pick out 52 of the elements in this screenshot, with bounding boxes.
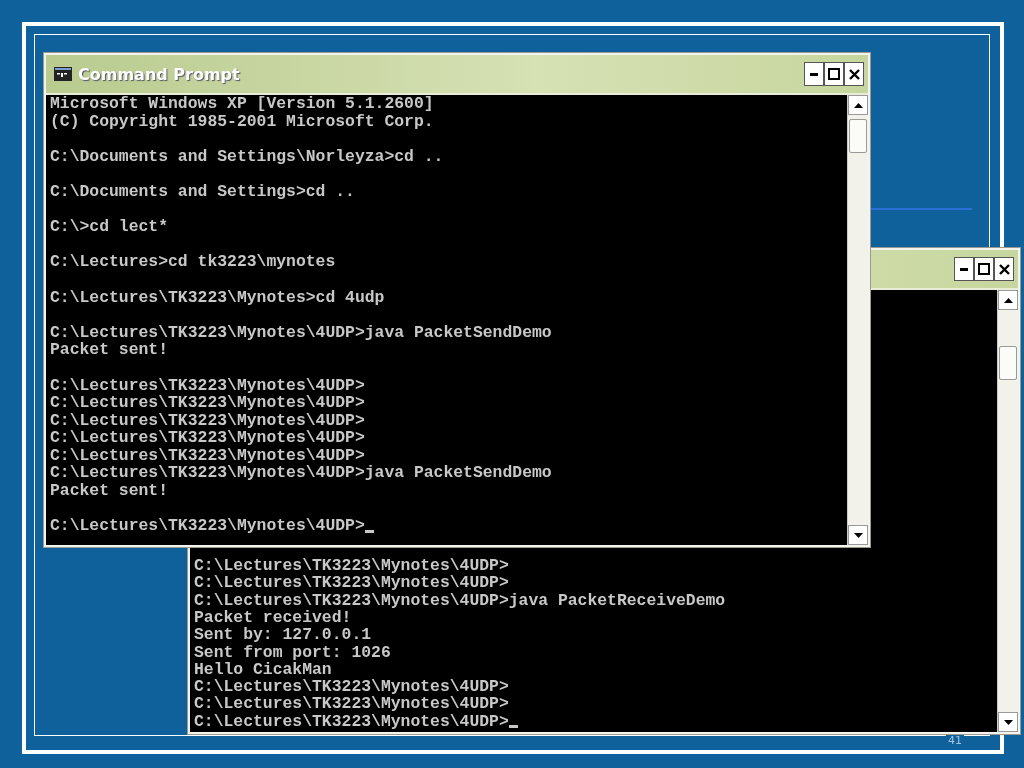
scroll-up-button[interactable] bbox=[998, 290, 1018, 310]
close-icon bbox=[848, 68, 860, 80]
console-line: C:\Lectures\TK3223\Mynotes\4UDP>java PacketSendDemo bbox=[50, 323, 552, 342]
console-line: Microsoft Windows XP [Version 5.1.2600] bbox=[50, 95, 434, 113]
console-line: Packet received! bbox=[194, 608, 352, 627]
scroll-down-button[interactable] bbox=[998, 712, 1018, 732]
console-line: C:\Lectures\TK3223\Mynotes\4UDP>java PacketReceiveDemo bbox=[194, 591, 726, 609]
console-icon bbox=[54, 67, 72, 81]
window-title: Command Prompt bbox=[78, 64, 240, 84]
scrollbar-thumb[interactable] bbox=[849, 119, 867, 153]
maximize-button[interactable] bbox=[824, 62, 844, 86]
up-arrow-icon bbox=[853, 102, 863, 108]
console-line: (C) Copyright 1985-2001 Microsoft Corp. bbox=[50, 112, 434, 131]
maximize-icon bbox=[978, 263, 990, 275]
minimize-icon bbox=[960, 267, 968, 271]
minimize-button[interactable] bbox=[804, 62, 824, 86]
console-line: C:\Lectures\TK3223\Mynotes\4UDP> bbox=[194, 557, 509, 575]
minimize-button[interactable] bbox=[954, 257, 974, 281]
maximize-icon bbox=[828, 68, 840, 80]
console-line: C:\>cd lect* bbox=[50, 218, 169, 236]
console-line: Packet sent! bbox=[50, 341, 169, 359]
console-line: C:\Lectures\TK3223\Mynotes\4UDP> bbox=[50, 429, 365, 447]
console-line: C:\Lectures\TK3223\Mynotes\4UDP> bbox=[50, 394, 365, 412]
console-line: C:\Lectures\TK3223\Mynotes\4UDP> bbox=[194, 574, 509, 592]
console-line: C:\Lectures\TK3223\Mynotes\4UDP> bbox=[194, 695, 509, 713]
close-button[interactable] bbox=[994, 257, 1014, 281]
down-arrow-icon bbox=[853, 532, 863, 538]
maximize-button[interactable] bbox=[974, 257, 994, 281]
console-line: C:\Lectures\TK3223\Mynotes\4UDP> bbox=[50, 376, 365, 395]
console-line: Packet sent! bbox=[50, 482, 169, 500]
scrollbar-thumb[interactable] bbox=[999, 346, 1017, 380]
console-line: Sent by: 127.0.0.1 bbox=[194, 626, 372, 644]
console-line: C:\Lectures\TK3223\Mynotes\4UDP>java PacketSendDemo bbox=[50, 464, 552, 483]
console-line: C:\Lectures>cd tk3223\mynotes bbox=[50, 253, 336, 271]
scroll-up-button[interactable] bbox=[848, 95, 868, 115]
minimize-icon bbox=[810, 72, 818, 76]
console-line: C:\Lectures\TK3223\Mynotes\4UDP> bbox=[50, 446, 365, 465]
page-number: 41 bbox=[946, 735, 964, 746]
console-line: C:\Lectures\TK3223\Mynotes\4UDP> bbox=[194, 678, 509, 696]
close-icon bbox=[998, 263, 1010, 275]
close-button[interactable] bbox=[844, 62, 864, 86]
scroll-down-button[interactable] bbox=[848, 525, 868, 545]
console-line: Sent from port: 1026 bbox=[194, 643, 391, 661]
down-arrow-icon bbox=[1003, 719, 1013, 725]
up-arrow-icon bbox=[1003, 297, 1013, 303]
console-line: C:\Lectures\TK3223\Mynotes>cd 4udp bbox=[50, 288, 385, 307]
console-line: Hello CicakMan bbox=[194, 660, 332, 679]
console-line: C:\Lectures\TK3223\Mynotes\4UDP> bbox=[50, 517, 365, 535]
console-line: C:\Documents and Settings\Norleyza>cd .. bbox=[50, 147, 444, 166]
console-line: C:\Lectures\TK3223\Mynotes\4UDP> bbox=[50, 411, 365, 430]
console-line: C:\Lectures\TK3223\Mynotes\4UDP> bbox=[194, 712, 509, 730]
console-line: C:\Documents and Settings>cd .. bbox=[50, 182, 355, 201]
